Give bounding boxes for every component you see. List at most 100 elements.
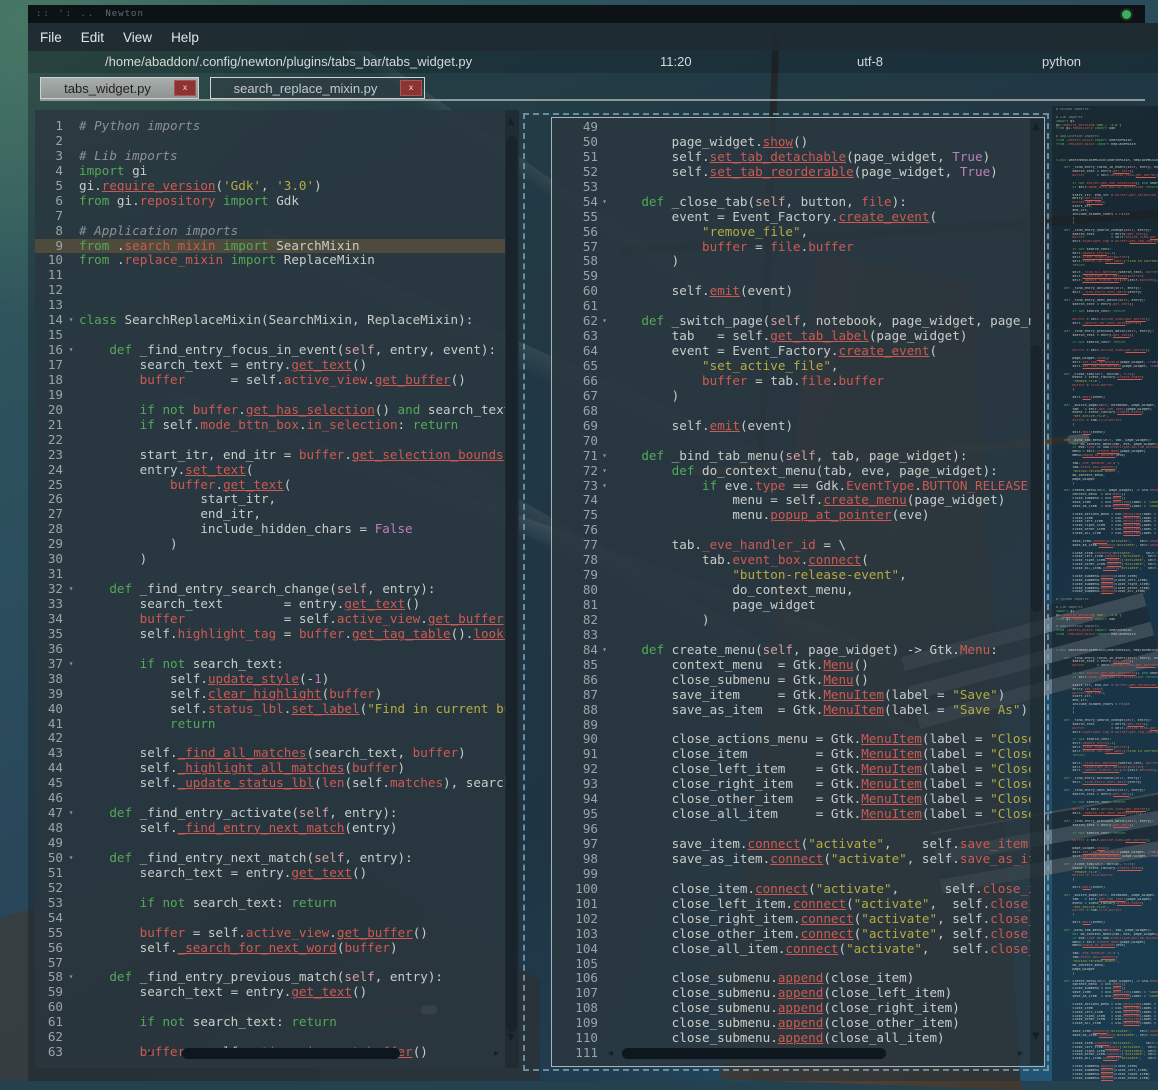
editor-pane-right[interactable]: 4950 page_widget.show()51 self.set_tab_d… — [551, 117, 1045, 1067]
code-line: 51 self.set_tab_detachable(page_widget, … — [552, 150, 1031, 165]
fold-arrow-icon[interactable]: ▾ — [63, 851, 79, 866]
fold-arrow-icon — [63, 298, 79, 313]
fold-arrow-icon[interactable]: ▾ — [598, 449, 611, 464]
code-text: self.status_lbl.set_label("Find in curre… — [79, 702, 505, 717]
minimap-line: self._update_status_lbl(len(self.matches… — [1056, 279, 1158, 283]
code-text: def _find_entry_next_match(self, entry): — [79, 851, 505, 866]
menu-view[interactable]: View — [118, 27, 157, 48]
minimap[interactable]: # Python imports# Lib importsimport gigi… — [1052, 106, 1158, 1081]
minimap-line: self.highlight_tag = buffer.get_tag_tabl… — [1056, 731, 1158, 735]
code-text: self.emit(event) — [611, 419, 1031, 434]
code-text: from gi.repository import Gdk — [79, 194, 505, 209]
scrollbar-thumb-horizontal-left[interactable] — [182, 1048, 400, 1059]
fold-arrow-icon — [598, 777, 611, 792]
scroll-left-arrow-left[interactable]: ◂ — [146, 1049, 151, 1059]
tab-close-button[interactable]: x — [174, 80, 196, 96]
code-line: 67 ) — [552, 389, 1031, 404]
line-number: 61 — [552, 299, 598, 314]
code-line: 66 buffer = tab.file.buffer — [552, 374, 1031, 389]
title-bar[interactable]: :: ': ..Newton — [28, 5, 1145, 23]
fold-arrow-icon[interactable]: ▾ — [598, 195, 611, 210]
menu-help[interactable]: Help — [166, 27, 204, 48]
scroll-up-arrow-left[interactable]: ▲ — [507, 117, 515, 127]
code-text: self._highlight_all_matches(buffer) — [79, 761, 505, 776]
code-line: 62 — [35, 1030, 505, 1045]
line-number: 56 — [35, 941, 63, 956]
code-text: if not search_text: return — [79, 896, 505, 911]
code-text: include_hidden_chars = False — [79, 522, 505, 537]
fold-arrow-icon — [598, 583, 611, 598]
line-number: 18 — [35, 373, 63, 388]
code-text — [611, 269, 1031, 284]
tab-label: tabs_widget.py — [41, 81, 174, 96]
fold-arrow-icon — [63, 1045, 79, 1060]
scroll-right-arrow-right[interactable]: ▸ — [1018, 1049, 1023, 1059]
fold-arrow-icon — [598, 718, 611, 733]
fold-arrow-icon — [63, 627, 79, 642]
code-text — [611, 718, 1031, 733]
line-number: 91 — [552, 747, 598, 762]
menu-file[interactable]: File — [35, 27, 67, 48]
fold-arrow-icon[interactable]: ▾ — [598, 479, 611, 494]
code-text: buffer = file.buffer — [611, 240, 1031, 255]
tab-search_replace_mixin-py[interactable]: search_replace_mixin.pyx — [210, 77, 425, 99]
fold-arrow-icon[interactable]: ▾ — [598, 314, 611, 329]
tab-label: search_replace_mixin.py — [211, 81, 400, 96]
code-text: if not search_text: — [79, 657, 505, 672]
menu-edit[interactable]: Edit — [76, 27, 109, 48]
fold-arrow-icon — [598, 703, 611, 718]
code-text: self._find_entry_next_match(entry) — [79, 821, 505, 836]
fold-arrow-icon[interactable]: ▾ — [598, 643, 611, 658]
fold-arrow-icon[interactable]: ▾ — [63, 582, 79, 597]
line-number: 57 — [552, 240, 598, 255]
fold-arrow-icon[interactable]: ▾ — [63, 343, 79, 358]
code-line: 58▾ def _find_entry_previous_match(self,… — [35, 970, 505, 985]
scroll-right-arrow-left[interactable]: ▸ — [494, 1049, 499, 1059]
scrollbar-thumb-vertical-right[interactable] — [1031, 345, 1042, 612]
fold-arrow-icon — [63, 418, 79, 433]
code-text: menu = self.create_menu(page_widget) — [611, 493, 1031, 508]
line-number: 76 — [552, 523, 598, 538]
code-line: 56 self._search_for_next_word(buffer) — [35, 941, 505, 956]
code-text: self.set_tab_reorderable(page_widget, Tr… — [611, 165, 1031, 180]
code-text — [79, 328, 505, 343]
code-line: 81 page_widget — [552, 598, 1031, 613]
line-number: 47 — [35, 806, 63, 821]
code-line: 62▾ def _switch_page(self, notebook, pag… — [552, 314, 1031, 329]
fold-arrow-icon — [598, 822, 611, 837]
code-line: 69 self.emit(event) — [552, 419, 1031, 434]
fold-arrow-icon — [598, 240, 611, 255]
code-line: 98 save_as_item.connect("activate", self… — [552, 852, 1031, 867]
scrollbar-thumb-vertical-left[interactable] — [506, 136, 517, 1032]
line-number: 103 — [552, 927, 598, 942]
fold-arrow-icon[interactable]: ▾ — [63, 657, 79, 672]
minimap-line: self.set_tab_reorderable(page_widget, Tr… — [1056, 365, 1158, 369]
code-text: return — [79, 717, 505, 732]
line-number: 7 — [35, 209, 63, 224]
scrollbar-thumb-horizontal-right[interactable] — [622, 1048, 886, 1059]
scroll-down-arrow-left[interactable]: ▼ — [507, 1033, 515, 1043]
code-line: 53 — [552, 180, 1031, 195]
fold-arrow-icon — [598, 374, 611, 389]
fold-arrow-icon[interactable]: ▾ — [63, 970, 79, 985]
tab-tabs_widget-py[interactable]: tabs_widget.pyx — [40, 77, 199, 99]
line-number: 83 — [552, 628, 598, 643]
fold-arrow-icon[interactable]: ▾ — [598, 464, 611, 479]
line-number: 58 — [552, 254, 598, 269]
line-number: 68 — [552, 404, 598, 419]
scroll-up-arrow-right[interactable]: ▲ — [1032, 122, 1040, 132]
scroll-left-arrow-right[interactable]: ◂ — [608, 1049, 613, 1059]
code-line: 55 buffer = self.active_view.get_buffer(… — [35, 926, 505, 941]
tab-close-button[interactable]: x — [400, 80, 422, 96]
line-number: 13 — [35, 298, 63, 313]
line-number: 81 — [552, 598, 598, 613]
scroll-down-arrow-right[interactable]: ▼ — [1032, 1032, 1040, 1042]
editor-pane-left[interactable]: 1# Python imports23# Lib imports4import … — [35, 110, 519, 1068]
code-text: self.emit(event) — [611, 284, 1031, 299]
code-line: 68 — [552, 404, 1031, 419]
window-control-dot[interactable] — [1122, 10, 1131, 19]
code-line: 41 return — [35, 717, 505, 732]
fold-arrow-icon[interactable]: ▾ — [63, 806, 79, 821]
fold-arrow-icon — [63, 911, 79, 926]
fold-arrow-icon[interactable]: ▾ — [63, 313, 79, 328]
